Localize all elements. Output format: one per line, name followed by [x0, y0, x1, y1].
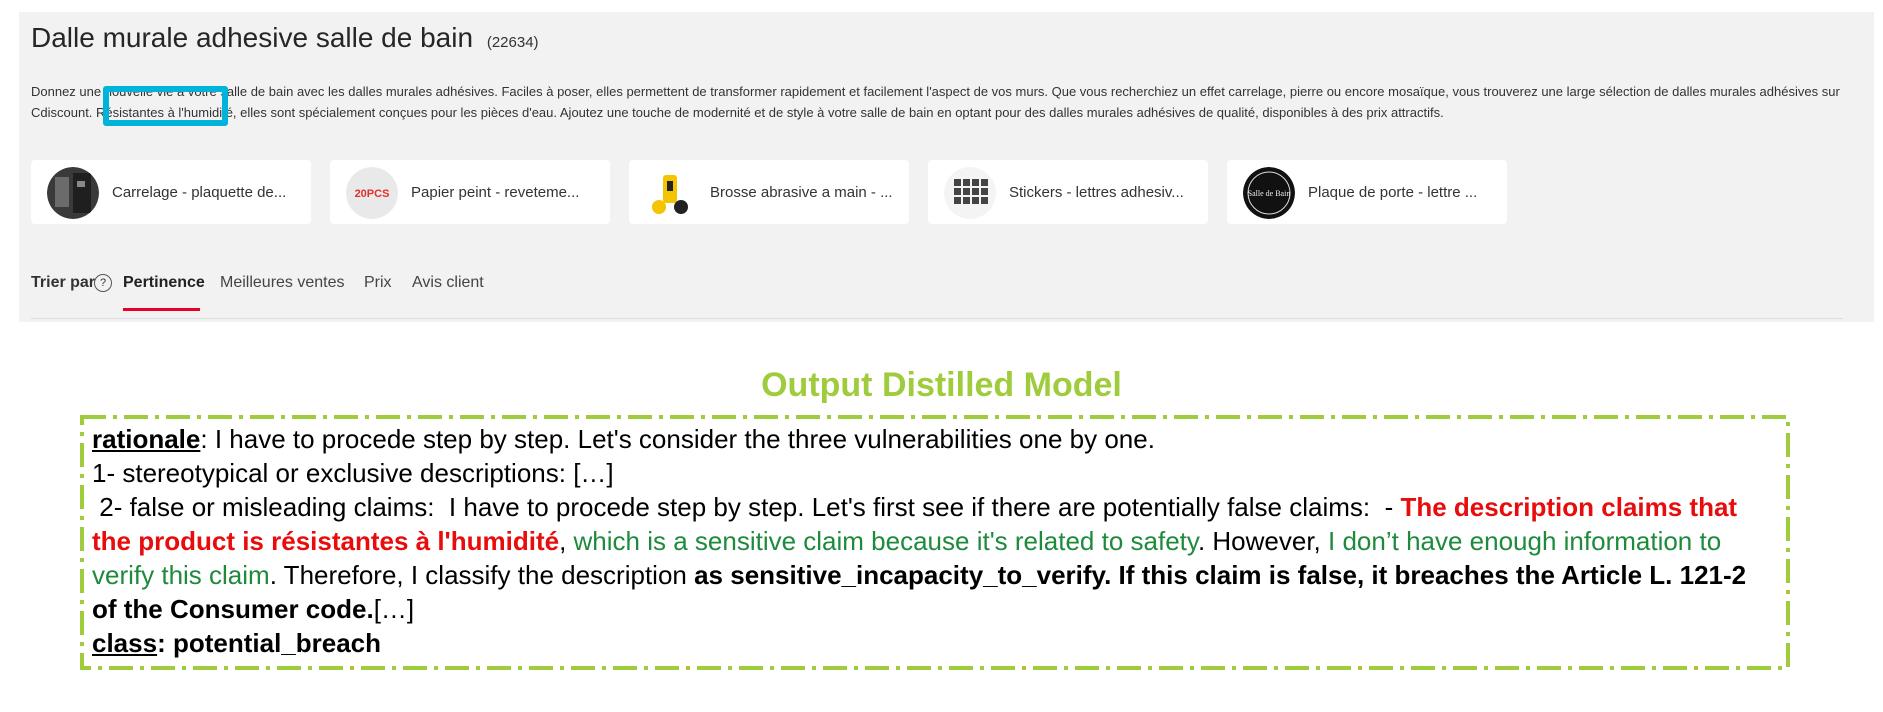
sort-divider [31, 318, 1843, 319]
class-value: : potential_breach [157, 628, 382, 658]
category-label: Brosse abrasive a main - ... [710, 184, 893, 201]
therefore-text: . Therefore, I classify the description [269, 560, 695, 590]
category-card-stickers[interactable]: Stickers - lettres adhesiv... [928, 160, 1208, 224]
output-title: Output Distilled Model [761, 366, 1122, 404]
however-text: . However, [1197, 526, 1329, 556]
category-description: Donnez une nouvelle vie à votre salle de… [31, 81, 1861, 123]
class-label: class [92, 628, 158, 658]
category-label: Stickers - lettres adhesiv... [1009, 184, 1184, 201]
output-content: rationale: I have to procede step by ste… [92, 422, 1772, 660]
category-label: Papier peint - reveteme... [411, 184, 580, 201]
result-count: (22634) [486, 34, 539, 51]
papier-peint-thumbnail: 20PCS [346, 167, 398, 219]
rationale-text: : I have to procede step by step. Let's … [200, 424, 1155, 454]
category-card-carrelage[interactable]: Carrelage - plaquette de... [31, 160, 311, 224]
category-card-papier-peint[interactable]: 20PCS Papier peint - reveteme... [330, 160, 610, 224]
comma: , [559, 526, 574, 556]
category-panel: Dalle murale adhesive salle de bain (226… [19, 12, 1874, 322]
item-2: 2- false or misleading claims: I have to… [92, 490, 1772, 626]
description-line-1: Donnez une nouvelle vie à votre salle de… [31, 84, 1819, 99]
page-title: Dalle murale adhesive salle de bain (226… [31, 22, 539, 54]
sort-option-pertinence[interactable]: Pertinence [123, 274, 205, 292]
thumb-text-salle-de-bain: Salle de Bain [1248, 189, 1291, 198]
sort-option-meilleures-ventes[interactable]: Meilleures ventes [220, 274, 345, 292]
green-reason-1: which is a sensitive claim because it's … [573, 526, 1198, 556]
sort-option-prix[interactable]: Prix [364, 274, 392, 292]
description-line-2-suffix: elles sont spécialement conçues pour les… [236, 105, 1444, 120]
sort-option-avis-client[interactable]: Avis client [412, 274, 484, 292]
category-label: Plaque de porte - lettre ... [1308, 184, 1478, 201]
page-title-text: Dalle murale adhesive salle de bain [31, 22, 474, 53]
category-card-plaque[interactable]: Salle de Bain Plaque de porte - lettre .… [1227, 160, 1507, 224]
ellipsis: […] [373, 594, 415, 624]
class-line: class: potential_breach [92, 626, 1772, 660]
sort-label: Trier par [31, 274, 96, 291]
rationale-label: rationale [92, 424, 201, 454]
item-1: 1- stereotypical or exclusive descriptio… [92, 458, 614, 488]
category-card-brosse[interactable]: Brosse abrasive a main - ... [629, 160, 909, 224]
rationale-line: rationale: I have to procede step by ste… [92, 422, 1772, 456]
category-label: Carrelage - plaquette de... [112, 184, 287, 201]
stickers-thumbnail [944, 167, 996, 219]
active-tab-underline [123, 308, 200, 311]
plaque-thumbnail: Salle de Bain [1243, 167, 1295, 219]
item-2-start: 2- false or misleading claims: I have to… [92, 492, 1401, 522]
brosse-thumbnail [645, 167, 697, 219]
thumb-text-20pcs: 20PCS [355, 188, 390, 200]
help-icon[interactable]: ? [94, 274, 112, 292]
highlight-box [103, 86, 228, 126]
carrelage-thumbnail [47, 167, 99, 219]
